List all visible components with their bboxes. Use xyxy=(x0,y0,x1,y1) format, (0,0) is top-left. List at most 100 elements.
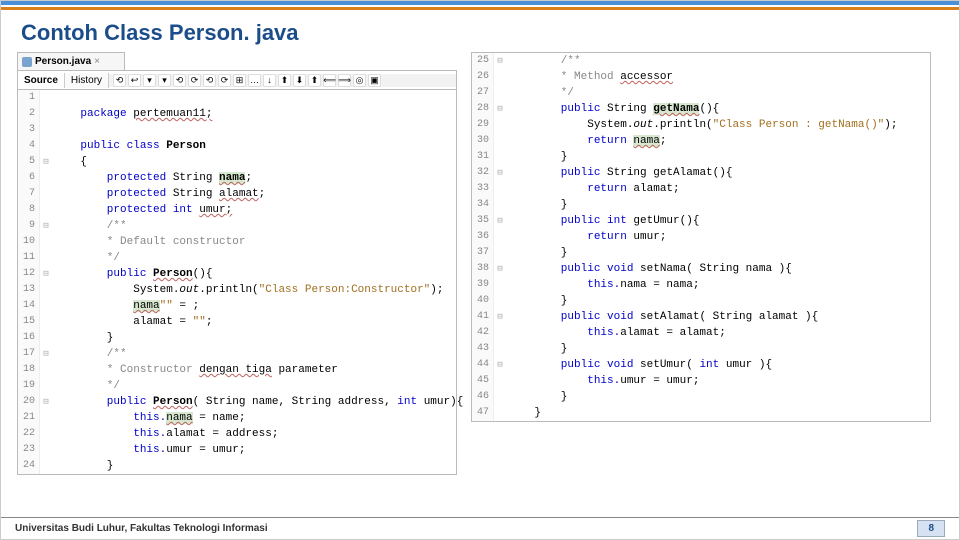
toolbar-icon[interactable]: ◎ xyxy=(353,74,366,87)
toolbar-icon[interactable]: ▾ xyxy=(143,74,156,87)
line-number: 21 xyxy=(18,410,40,426)
line-number: 3 xyxy=(18,122,40,138)
toolbar-icon[interactable]: ⟲ xyxy=(203,74,216,87)
line-number: 30 xyxy=(472,133,494,149)
line-number: 18 xyxy=(18,362,40,378)
fold-gutter[interactable]: ⊟ xyxy=(40,266,52,282)
toolbar-icon[interactable]: ↓ xyxy=(263,74,276,87)
line-number: 29 xyxy=(472,117,494,133)
code-line: 1 xyxy=(18,90,456,106)
close-icon[interactable]: × xyxy=(94,56,100,67)
line-number: 38 xyxy=(472,261,494,277)
page-number: 8 xyxy=(917,520,945,537)
line-number: 32 xyxy=(472,165,494,181)
toolbar-icon[interactable]: ⟲ xyxy=(173,74,186,87)
toolbar-icon[interactable]: ▾ xyxy=(158,74,171,87)
toolbar-icon[interactable]: ⟸ xyxy=(323,74,336,87)
fold-gutter[interactable]: ⊟ xyxy=(494,53,506,69)
code-text: /** xyxy=(52,218,127,234)
fold-gutter[interactable]: ⊟ xyxy=(40,154,52,170)
toolbar-icon[interactable]: ⟹ xyxy=(338,74,351,87)
file-tab[interactable]: Person.java × xyxy=(17,52,125,70)
line-number: 25 xyxy=(472,53,494,69)
fold-gutter[interactable]: ⊟ xyxy=(40,218,52,234)
fold-gutter[interactable]: ⊟ xyxy=(494,165,506,181)
code-line: 44⊟ public void setUmur( int umur ){ xyxy=(472,357,930,373)
footer-university: Universitas Budi Luhur, Fakultas Teknolo… xyxy=(15,523,268,534)
code-text: } xyxy=(506,245,567,261)
code-text: public void setUmur( int umur ){ xyxy=(506,357,772,373)
fold-gutter[interactable]: ⊟ xyxy=(494,101,506,117)
code-line: 25⊟ /** xyxy=(472,53,930,69)
line-number: 16 xyxy=(18,330,40,346)
code-area-right[interactable]: 25⊟ /**26 * Method accessor27 */28⊟ publ… xyxy=(471,52,931,422)
line-number: 47 xyxy=(472,405,494,421)
fold-gutter[interactable]: ⊟ xyxy=(494,309,506,325)
header-blue-bar xyxy=(1,1,959,5)
code-area-left[interactable]: 12 package pertemuan11;34 public class P… xyxy=(17,90,457,475)
code-text: } xyxy=(506,149,567,165)
code-line: 24 } xyxy=(18,458,456,474)
code-line: 17⊟ /** xyxy=(18,346,456,362)
tab-history[interactable]: History xyxy=(65,73,109,88)
code-line: 47 } xyxy=(472,405,930,421)
line-number: 9 xyxy=(18,218,40,234)
code-line: 5⊟ { xyxy=(18,154,456,170)
code-text: } xyxy=(506,293,567,309)
line-number: 22 xyxy=(18,426,40,442)
line-number: 19 xyxy=(18,378,40,394)
toolbar-icons: ⟲↩▾▾⟲⟳⟲⟳⊞…↓⬆⬇⬆⟸⟹◎▣ xyxy=(109,74,456,87)
code-line: 29 System.out.println("Class Person : ge… xyxy=(472,117,930,133)
code-text: public Person(){ xyxy=(52,266,212,282)
editor-left: Person.java × Source History ⟲↩▾▾⟲⟳⟲⟳⊞…↓… xyxy=(17,52,457,475)
toolbar-icon[interactable]: ⟳ xyxy=(188,74,201,87)
code-line: 38⊟ public void setNama( String nama ){ xyxy=(472,261,930,277)
code-line: 26 * Method accessor xyxy=(472,69,930,85)
toolbar-icon[interactable]: ▣ xyxy=(368,74,381,87)
line-number: 45 xyxy=(472,373,494,389)
fold-gutter[interactable]: ⊟ xyxy=(494,357,506,373)
code-text: System.out.println("Class Person : getNa… xyxy=(506,117,898,133)
code-line: 39 this.nama = nama; xyxy=(472,277,930,293)
line-number: 39 xyxy=(472,277,494,293)
toolbar-icon[interactable]: ⬆ xyxy=(278,74,291,87)
toolbar-icon[interactable]: ⊞ xyxy=(233,74,246,87)
code-text: this.alamat = address; xyxy=(52,426,278,442)
toolbar-icon[interactable]: ⬇ xyxy=(293,74,306,87)
fold-gutter[interactable]: ⊟ xyxy=(494,213,506,229)
line-number: 42 xyxy=(472,325,494,341)
code-text: this.umur = umur; xyxy=(52,442,245,458)
code-text: return alamat; xyxy=(506,181,680,197)
code-line: 9⊟ /** xyxy=(18,218,456,234)
fold-gutter[interactable]: ⊟ xyxy=(40,346,52,362)
toolbar-icon[interactable]: … xyxy=(248,74,261,87)
toolbar-icon[interactable]: ⟲ xyxy=(113,74,126,87)
code-line: 4 public class Person xyxy=(18,138,456,154)
code-text: package pertemuan11; xyxy=(52,106,212,122)
fold-gutter[interactable]: ⊟ xyxy=(494,261,506,277)
toolbar-icon[interactable]: ⬆ xyxy=(308,74,321,87)
code-text: this.umur = umur; xyxy=(506,373,699,389)
code-text: { xyxy=(52,154,87,170)
code-text: return umur; xyxy=(506,229,666,245)
line-number: 15 xyxy=(18,314,40,330)
code-line: 6 protected String nama; xyxy=(18,170,456,186)
line-number: 17 xyxy=(18,346,40,362)
toolbar-icon[interactable]: ↩ xyxy=(128,74,141,87)
fold-gutter[interactable]: ⊟ xyxy=(40,394,52,410)
footer: Universitas Budi Luhur, Fakultas Teknolo… xyxy=(1,517,959,539)
toolbar-icon[interactable]: ⟳ xyxy=(218,74,231,87)
code-line: 46 } xyxy=(472,389,930,405)
line-number: 4 xyxy=(18,138,40,154)
code-line: 23 this.umur = umur; xyxy=(18,442,456,458)
code-text: protected int umur; xyxy=(52,202,232,218)
line-number: 13 xyxy=(18,282,40,298)
code-line: 43 } xyxy=(472,341,930,357)
editor-right: 25⊟ /**26 * Method accessor27 */28⊟ publ… xyxy=(471,52,931,475)
line-number: 11 xyxy=(18,250,40,266)
code-line: 3 xyxy=(18,122,456,138)
code-line: 21 this.nama = name; xyxy=(18,410,456,426)
tab-source[interactable]: Source xyxy=(18,73,65,88)
code-line: 42 this.alamat = alamat; xyxy=(472,325,930,341)
code-line: 34 } xyxy=(472,197,930,213)
